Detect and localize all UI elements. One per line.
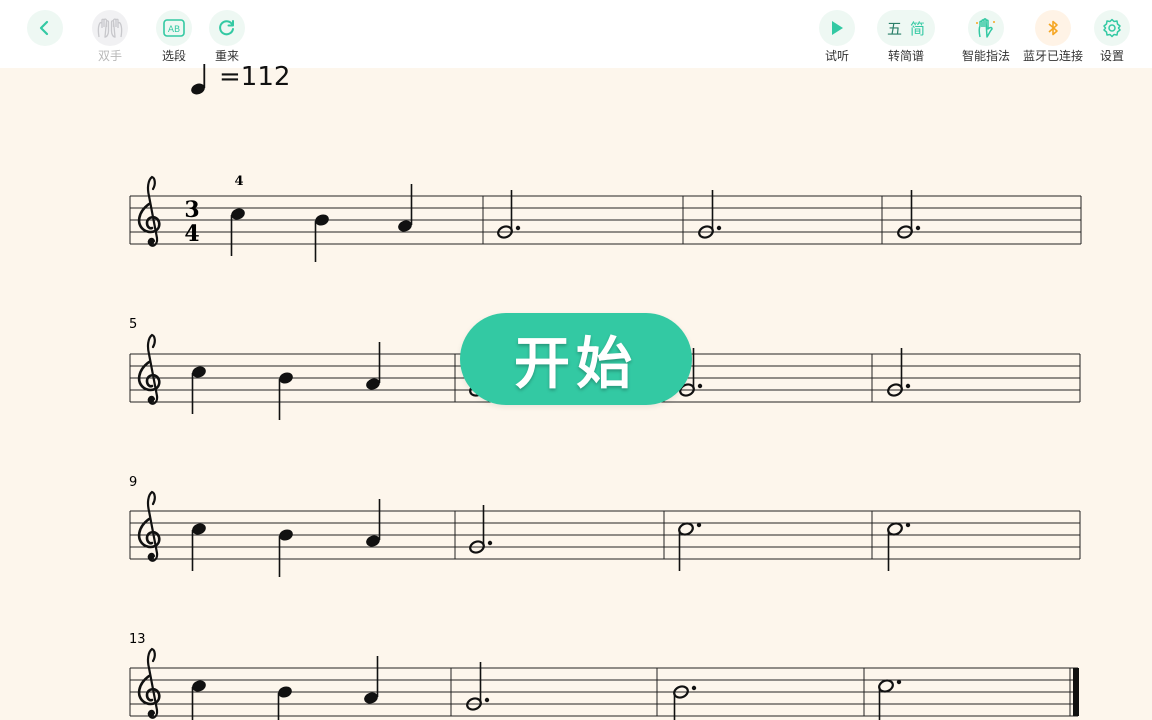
note-c5-dotted-half[interactable] <box>878 679 902 720</box>
treble-clef-icon <box>137 647 161 720</box>
treble-clef-icon <box>137 175 161 248</box>
note-b4[interactable] <box>278 528 295 577</box>
start-label: 开始 <box>514 331 638 397</box>
time-signature-bottom: 4 <box>184 221 199 247</box>
note-c5-dotted-half[interactable] <box>678 522 702 571</box>
note-c5[interactable] <box>191 522 208 571</box>
note-a4[interactable] <box>365 342 382 391</box>
note-b4-dotted-half[interactable] <box>673 685 697 720</box>
measure-number-9: 9 <box>129 475 137 490</box>
treble-clef-icon <box>137 333 161 406</box>
note-a4[interactable] <box>363 656 380 705</box>
note-b4[interactable] <box>277 685 294 720</box>
start-button[interactable]: 开始 <box>460 313 692 405</box>
measure-number-5: 5 <box>129 317 137 332</box>
note-a4[interactable] <box>365 499 382 548</box>
note-c5-dotted-half[interactable] <box>887 522 911 571</box>
time-signature-top: 3 <box>184 197 199 223</box>
note-a4[interactable] <box>397 184 414 233</box>
final-barline <box>1073 668 1079 716</box>
treble-clef-icon <box>137 490 161 563</box>
note-c5[interactable] <box>191 365 208 414</box>
note-b4[interactable] <box>314 213 331 262</box>
note-c5[interactable] <box>191 679 208 720</box>
staff-row-4: 13 <box>129 632 1079 720</box>
fingering-number: 4 <box>234 174 243 189</box>
measure-number-13: 13 <box>129 632 146 647</box>
staff-row-3: 9 <box>129 475 1081 577</box>
note-b4[interactable] <box>278 371 295 420</box>
staff-row-1: 3 4 4 <box>129 174 1082 262</box>
note-c5[interactable] <box>230 207 247 256</box>
